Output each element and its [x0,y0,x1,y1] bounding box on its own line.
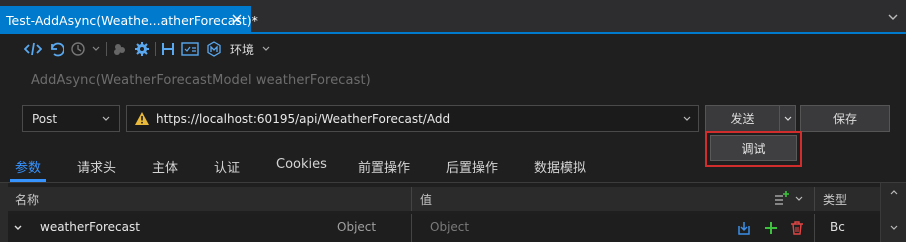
chevron-up-icon[interactable] [889,187,899,197]
param-type-hint: Object [337,220,377,234]
left-gutter [0,183,8,242]
tab-cookies[interactable]: Cookies [276,157,327,172]
table-header: 名称 值 类型 [8,187,906,211]
table-row[interactable]: weatherForecast Object Object Bc [8,214,906,242]
save-button[interactable]: 保存 [800,105,890,132]
http-method-select[interactable]: Post [22,105,120,132]
param-name: weatherForecast [40,220,140,234]
send-dropdown-button[interactable] [779,105,796,132]
tab-mock-data[interactable]: 数据模拟 [534,157,586,176]
section-tabs: 参数 请求头 主体 认证 Cookies 前置操作 后置操作 数据模拟 [0,152,700,182]
chevron-down-icon[interactable] [13,223,23,233]
add-icon[interactable] [763,220,779,236]
tab-bar: Test-AddAsync(Weathe...atherForecast)* [0,0,906,34]
chevron-down-icon[interactable] [91,40,101,58]
send-button[interactable]: 发送 [705,105,780,132]
tab-params[interactable]: 参数 [15,157,41,176]
send-button-label: 发送 [730,112,755,126]
form-icon[interactable] [181,40,199,58]
gear-icon[interactable] [134,40,150,58]
param-type-select[interactable]: Bc [830,220,845,234]
delete-icon[interactable] [789,220,805,236]
chevron-down-icon[interactable] [794,194,804,204]
warning-icon [135,112,149,125]
column-separator [411,187,412,211]
chevron-down-icon[interactable] [682,114,692,124]
tab-post-actions[interactable]: 后置操作 [446,157,498,176]
code-icon[interactable] [24,40,42,58]
add-column-icon[interactable] [773,190,789,206]
document-tab[interactable]: Test-AddAsync(Weathe...atherForecast)* [0,6,258,34]
chevron-down-icon[interactable] [261,44,271,54]
url-input[interactable]: https://localhost:60195/api/WeatherForec… [126,105,699,132]
header-icon[interactable] [161,40,175,58]
chevron-down-icon[interactable] [889,223,899,233]
toolbar-separator [106,42,107,56]
tab-auth[interactable]: 认证 [214,157,240,176]
tab-body[interactable]: 主体 [152,157,178,176]
tab-title: Test-AddAsync(Weathe...atherForecast)* [6,12,258,28]
import-icon[interactable] [736,220,752,236]
section-divider [0,182,906,183]
http-method-value: Post [32,111,58,126]
chevron-down-icon [784,116,791,121]
toolbar: 环境 [0,34,906,64]
close-icon[interactable] [230,12,244,26]
column-separator [814,187,815,211]
column-separator [411,214,412,242]
vertical-scrollbar[interactable] [880,183,906,242]
column-header-name[interactable]: 名称 [15,191,39,208]
chevron-down-icon [102,116,110,121]
debug-menu-label: 调试 [741,141,766,156]
undo-icon[interactable] [48,40,64,58]
column-separator [814,214,815,242]
url-value: https://localhost:60195/api/WeatherForec… [156,111,451,126]
method-signature: AddAsync(WeatherForecastModel weatherFor… [31,73,371,88]
chevron-down-icon[interactable] [886,10,900,24]
module-icon[interactable] [206,40,222,58]
cloud-icon[interactable] [112,40,128,58]
param-value-input[interactable]: Object [430,220,469,234]
environment-label[interactable]: 环境 [230,41,254,58]
toolbar-separator [155,42,156,56]
column-header-value[interactable]: 值 [420,191,432,208]
debug-menu-item[interactable]: 调试 [710,135,797,161]
save-button-label: 保存 [832,112,857,126]
history-icon[interactable] [70,40,86,58]
column-header-type[interactable]: 类型 [823,191,847,208]
tab-pre-actions[interactable]: 前置操作 [358,157,410,176]
tab-headers[interactable]: 请求头 [77,157,116,176]
